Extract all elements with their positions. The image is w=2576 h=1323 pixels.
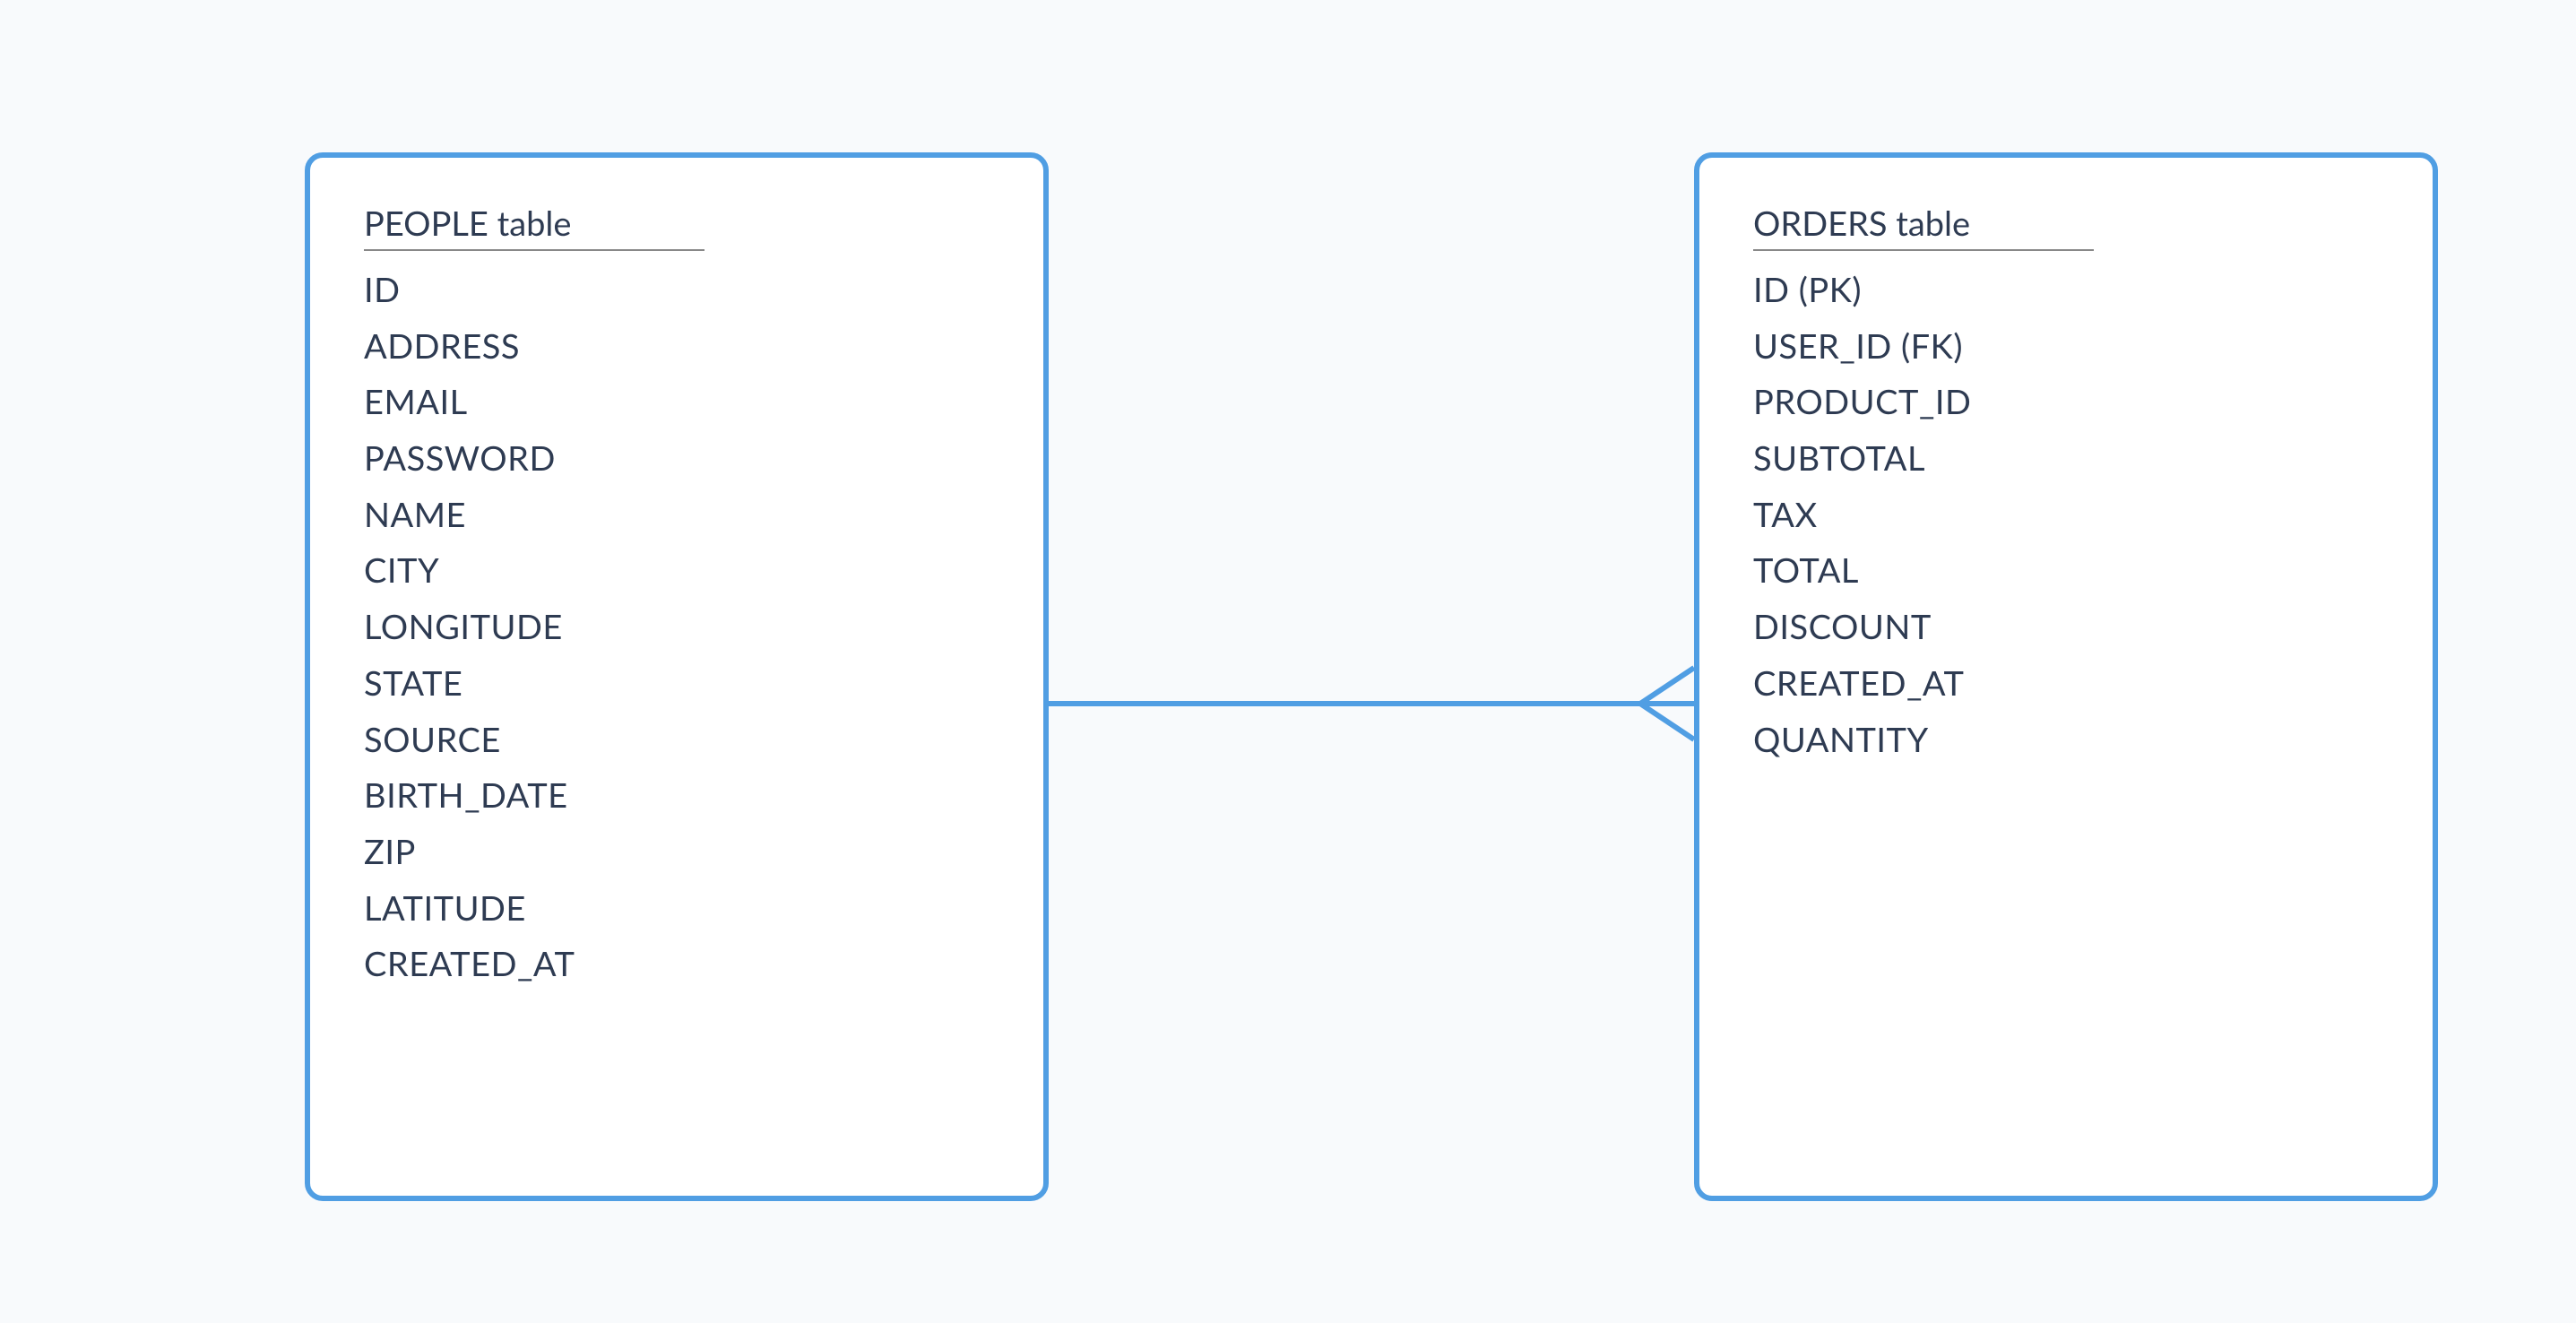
field-item: QUANTITY [1753,712,2379,768]
entity-people-fields: ID ADDRESS EMAIL PASSWORD NAME CITY LONG… [364,262,990,992]
relationship-connector-icon [1049,645,1694,762]
field-item: PASSWORD [364,430,990,487]
entity-orders-title: ORDERS table [1753,203,2094,251]
field-item: LONGITUDE [364,599,990,655]
field-item: STATE [364,655,990,712]
field-item: ID [364,262,990,318]
entity-orders: ORDERS table ID (PK) USER_ID (FK) PRODUC… [1694,152,2438,1201]
field-item: CITY [364,542,990,599]
field-item: PRODUCT_ID [1753,374,2379,430]
field-item: TAX [1753,487,2379,543]
field-item: ADDRESS [364,318,990,375]
field-item: EMAIL [364,374,990,430]
field-item: SUBTOTAL [1753,430,2379,487]
entity-orders-fields: ID (PK) USER_ID (FK) PRODUCT_ID SUBTOTAL… [1753,262,2379,767]
field-item: BIRTH_DATE [364,767,990,824]
field-item: ZIP [364,824,990,880]
field-item: CREATED_AT [1753,655,2379,712]
field-item: TOTAL [1753,542,2379,599]
entity-people-title: PEOPLE table [364,203,705,251]
field-item: USER_ID (FK) [1753,318,2379,375]
field-item: CREATED_AT [364,936,990,992]
field-item: NAME [364,487,990,543]
entity-people: PEOPLE table ID ADDRESS EMAIL PASSWORD N… [305,152,1049,1201]
field-item: SOURCE [364,712,990,768]
er-diagram-canvas: PEOPLE table ID ADDRESS EMAIL PASSWORD N… [0,0,2576,1323]
field-item: DISCOUNT [1753,599,2379,655]
field-item: ID (PK) [1753,262,2379,318]
field-item: LATITUDE [364,880,990,937]
